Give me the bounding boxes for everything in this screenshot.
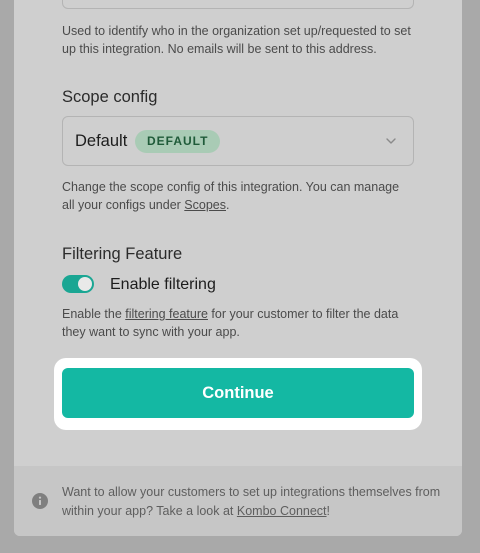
email-field[interactable] xyxy=(62,0,414,9)
kombo-connect-link[interactable]: Kombo Connect xyxy=(237,504,327,518)
footer-text: Want to allow your customers to set up i… xyxy=(62,483,442,521)
scope-help-suffix: . xyxy=(226,198,230,212)
scope-config-help-text: Change the scope config of this integrat… xyxy=(62,178,414,214)
scope-config-value: Default xyxy=(75,132,128,150)
kombo-connect-footer: Want to allow your customers to set up i… xyxy=(14,466,462,536)
filtering-feature-link[interactable]: filtering feature xyxy=(125,307,208,321)
scope-config-title: Scope config xyxy=(62,88,158,106)
scopes-link[interactable]: Scopes xyxy=(184,198,226,212)
filtering-feature-title: Filtering Feature xyxy=(62,245,183,263)
continue-highlight: Continue xyxy=(54,358,422,430)
filtering-help-prefix: Enable the xyxy=(62,307,126,321)
default-badge: DEFAULT xyxy=(135,130,221,153)
integration-setup-modal: Used to identify who in the organization… xyxy=(14,0,462,536)
enable-filtering-label: Enable filtering xyxy=(110,276,216,293)
toggle-knob xyxy=(78,277,92,291)
chevron-down-icon xyxy=(386,138,396,144)
scope-config-select[interactable]: Default DEFAULT xyxy=(62,116,414,166)
email-help-text: Used to identify who in the organization… xyxy=(62,22,414,58)
info-icon xyxy=(32,493,48,509)
email-help-text-content: Used to identify who in the organization… xyxy=(62,24,411,56)
enable-filtering-toggle[interactable] xyxy=(62,275,94,293)
scope-help-prefix: Change the scope config of this integrat… xyxy=(62,180,400,212)
continue-button[interactable]: Continue xyxy=(62,368,414,418)
filtering-help-text: Enable the filtering feature for your cu… xyxy=(62,305,414,341)
footer-text-suffix: ! xyxy=(326,504,331,518)
